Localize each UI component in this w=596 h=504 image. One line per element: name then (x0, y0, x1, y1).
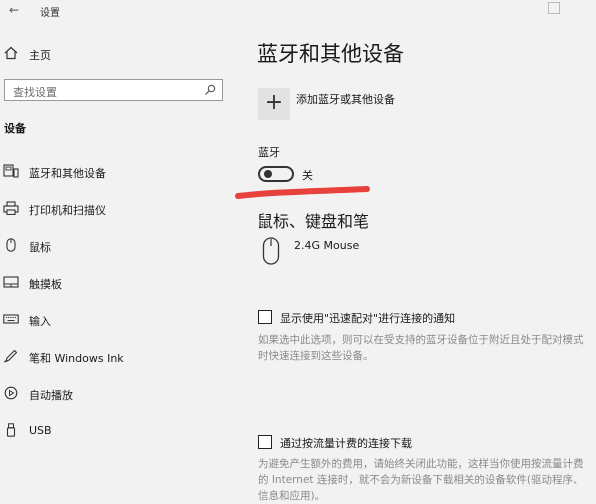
sidebar-item-pen[interactable]: 笔和 Windows Ink (0, 343, 232, 371)
add-device-label: 添加蓝牙或其他设备 (296, 93, 395, 106)
usb-icon (6, 423, 16, 437)
search-icon[interactable] (204, 84, 216, 96)
sidebar-item-label: 打印机和扫描仪 (29, 204, 106, 217)
main-content: 蓝牙和其他设备 + 添加蓝牙或其他设备 蓝牙 关 鼠标、键盘和笔 2.4G Mo… (232, 22, 596, 502)
sidebar: 主页 查找设置 设备 蓝牙和其他设备 打印机和扫描仪 鼠标 触摸板 输入 笔和 … (0, 22, 232, 500)
swift-pair-checkbox[interactable] (258, 310, 272, 324)
touchpad-icon (3, 276, 19, 288)
sidebar-item-typing[interactable]: 输入 (0, 306, 232, 334)
title-bar: ← 设置 (0, 0, 596, 22)
page-title: 蓝牙和其他设备 (257, 42, 404, 66)
bluetooth-devices-icon (3, 164, 19, 178)
metered-download-description: 为避免产生额外的费用，请始终关闭此功能，这样当你使用按流量计费的 Interne… (258, 458, 584, 502)
pen-icon (3, 349, 18, 363)
metered-download-checkbox[interactable] (258, 435, 272, 449)
add-device-button[interactable]: + 添加蓝牙或其他设备 (258, 88, 588, 122)
swift-pair-label: 显示使用"迅速配对"进行连接的通知 (280, 312, 456, 325)
home-label: 主页 (29, 49, 51, 62)
sidebar-item-label: 自动播放 (29, 389, 73, 402)
sidebar-item-label: 蓝牙和其他设备 (29, 167, 106, 180)
swift-pair-option[interactable]: 显示使用"迅速配对"进行连接的通知 (258, 308, 588, 328)
search-input[interactable]: 查找设置 (4, 79, 223, 101)
device-item-mouse[interactable]: 2.4G Mouse (258, 236, 558, 266)
sidebar-item-bluetooth[interactable]: 蓝牙和其他设备 (0, 158, 232, 186)
plus-icon: + (264, 90, 284, 115)
metered-download-label: 通过按流量计费的连接下载 (280, 437, 412, 450)
bluetooth-label: 蓝牙 (258, 146, 280, 159)
back-arrow-icon[interactable]: ← (9, 3, 19, 17)
bluetooth-state: 关 (302, 169, 313, 182)
keyboard-icon (3, 314, 19, 324)
autoplay-icon (4, 386, 18, 400)
device-name: 2.4G Mouse (294, 239, 360, 252)
search-placeholder: 查找设置 (13, 86, 57, 99)
sidebar-item-label: USB (29, 424, 52, 437)
toggle-knob (264, 170, 272, 178)
sidebar-item-touchpad[interactable]: 触摸板 (0, 269, 232, 297)
section-title-devices: 设备 (4, 122, 26, 135)
sidebar-item-label: 笔和 Windows Ink (29, 352, 124, 365)
maximize-icon[interactable] (548, 2, 560, 14)
sidebar-home[interactable]: 主页 (0, 42, 232, 68)
mouse-keyboard-pen-title: 鼠标、键盘和笔 (257, 212, 370, 231)
sidebar-item-mouse[interactable]: 鼠标 (0, 232, 232, 260)
sidebar-item-printers[interactable]: 打印机和扫描仪 (0, 195, 232, 223)
sidebar-item-label: 输入 (29, 315, 51, 328)
metered-download-option[interactable]: 通过按流量计费的连接下载 (258, 433, 588, 453)
settings-window: ← 设置 主页 查找设置 设备 蓝牙和其他设备 打印机和扫描仪 鼠标 触摸板 输… (0, 0, 596, 502)
bluetooth-toggle[interactable] (258, 166, 294, 182)
sidebar-item-autoplay[interactable]: 自动播放 (0, 380, 232, 408)
home-icon (4, 46, 18, 60)
red-annotation-stroke (235, 186, 370, 199)
mouse-icon (6, 238, 16, 252)
swift-pair-description: 如果选中此选项，则可以在受支持的蓝牙设备位于附近且处于配对模式时快速连接到这些设… (258, 334, 584, 362)
mouse-device-icon (262, 237, 280, 265)
printer-icon (3, 201, 19, 215)
sidebar-item-usb[interactable]: USB (0, 417, 232, 445)
app-title: 设置 (40, 8, 60, 19)
sidebar-item-label: 鼠标 (29, 241, 51, 254)
sidebar-item-label: 触摸板 (29, 278, 62, 291)
